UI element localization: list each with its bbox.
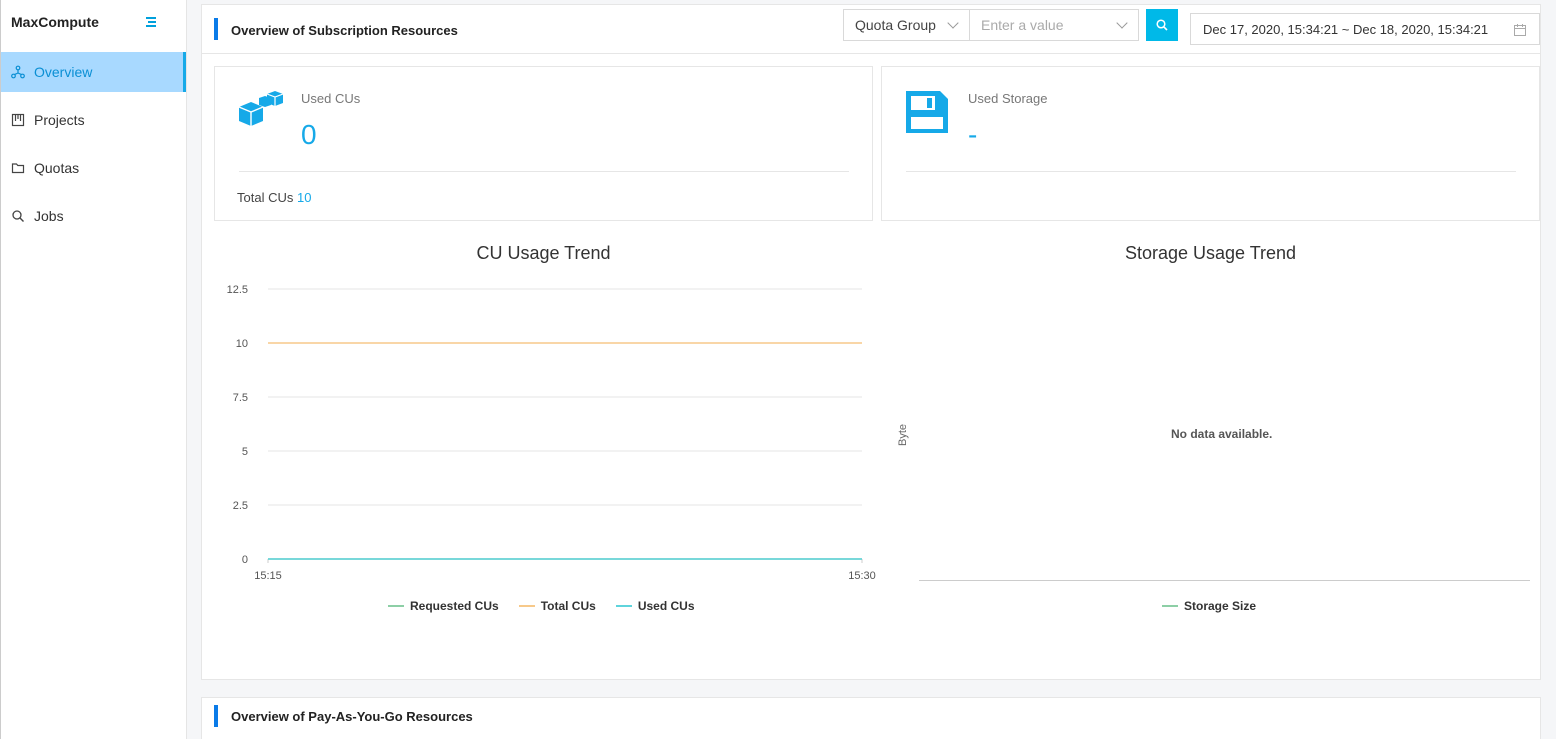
legend-swatch — [615, 605, 632, 607]
floppy-disk-icon — [906, 91, 948, 133]
chevron-down-icon — [1116, 17, 1128, 29]
used-cus-value: 0 — [301, 119, 317, 150]
cu-chart-legend: Requested CUs Total CUs Used CUs — [388, 599, 715, 613]
used-storage-card: Used Storage - — [881, 66, 1540, 221]
title-accent-bar — [214, 18, 218, 40]
y-tick-label: 7.5 — [233, 392, 248, 404]
search-button[interactable] — [1146, 9, 1178, 41]
no-data-message: No data available. — [1171, 427, 1273, 441]
cu-usage-chart: 0 2.5 5 7.5 10 12.5 15:15 15:30 — [227, 284, 876, 582]
legend-total-cus[interactable]: Total CUs — [518, 599, 596, 613]
legend-storage-size[interactable]: Storage Size — [1162, 599, 1256, 613]
search-icon — [11, 209, 25, 223]
legend-used-cus[interactable]: Used CUs — [615, 599, 695, 613]
sidebar-item-label: Jobs — [34, 208, 64, 224]
quota-value-input[interactable]: Enter a value — [970, 10, 1138, 40]
total-cus: Total CUs 10 — [237, 190, 311, 205]
storage-x-axis — [919, 580, 1530, 581]
search-icon — [1156, 19, 1168, 31]
sidebar-item-label: Overview — [34, 64, 93, 80]
y-tick-label: 5 — [242, 446, 248, 458]
brand: MaxCompute — [1, 0, 186, 44]
folder-icon — [11, 161, 25, 175]
legend-requested-cus[interactable]: Requested CUs — [388, 599, 499, 613]
legend-swatch — [388, 605, 404, 607]
menu-collapse-icon[interactable] — [144, 15, 158, 29]
subscription-header: Overview of Subscription Resources Quota… — [202, 5, 1540, 54]
y-tick-label: 2.5 — [233, 500, 248, 512]
sidebar-item-projects[interactable]: Projects — [1, 100, 186, 140]
sidebar-item-label: Projects — [34, 112, 85, 128]
legend-label: Storage Size — [1184, 599, 1257, 613]
used-cus-card: Used CUs 0 Total CUs 10 — [214, 66, 873, 221]
payg-panel: Overview of Pay-As-You-Go Resources — [201, 697, 1541, 739]
sidebar: MaxCompute Overview Projects Quotas Jobs — [0, 0, 187, 739]
subscription-title: Overview of Subscription Resources — [231, 23, 458, 38]
used-cus-label: Used CUs — [301, 91, 361, 106]
y-tick-label: 0 — [242, 554, 248, 566]
sidebar-item-label: Quotas — [34, 160, 80, 176]
quota-value-placeholder: Enter a value — [981, 17, 1064, 33]
storage-chart-title: Storage Usage Trend — [1124, 243, 1297, 263]
used-storage-label: Used Storage — [968, 91, 1048, 106]
title-accent-bar — [214, 705, 218, 727]
cu-chart-title: CU Usage Trend — [476, 243, 611, 263]
used-storage-value: - — [968, 119, 978, 150]
calendar-icon — [1514, 24, 1526, 36]
legend-label: Total CUs — [540, 599, 596, 613]
sidebar-item-jobs[interactable]: Jobs — [1, 196, 186, 236]
main-content: Overview of Subscription Resources Quota… — [187, 0, 1556, 739]
legend-label: Requested CUs — [410, 599, 499, 613]
y-tick-label: 12.5 — [227, 284, 248, 296]
quota-type-select[interactable]: Quota Group — [844, 10, 970, 40]
card-divider — [906, 171, 1516, 172]
subscription-panel: Overview of Subscription Resources Quota… — [201, 4, 1541, 680]
date-range-value: Dec 17, 2020, 15:34:21 ~ Dec 18, 2020, 1… — [1203, 21, 1489, 37]
chevron-down-icon — [947, 17, 959, 29]
storage-ylabel: Byte — [897, 423, 910, 447]
quota-type-value: Quota Group — [855, 17, 936, 33]
total-cus-label: Total CUs — [237, 190, 294, 205]
y-tick-label: 10 — [236, 338, 248, 350]
app-name: MaxCompute — [11, 14, 99, 30]
storage-chart-legend: Storage Size — [1162, 599, 1276, 613]
overview-icon — [11, 65, 25, 79]
legend-label: Used CUs — [637, 599, 695, 613]
sidebar-item-quotas[interactable]: Quotas — [1, 148, 186, 188]
x-tick-label: 15:15 — [254, 570, 282, 582]
sidebar-item-overview[interactable]: Overview — [1, 52, 186, 92]
legend-swatch — [518, 605, 535, 607]
quota-filter: Quota Group Enter a value — [843, 9, 1139, 41]
card-divider — [239, 171, 849, 172]
x-tick-label: 15:30 — [848, 570, 876, 582]
cubes-icon — [238, 91, 283, 126]
total-cus-value: 10 — [296, 190, 312, 205]
payg-title: Overview of Pay-As-You-Go Resources — [231, 709, 473, 724]
legend-swatch — [1162, 605, 1178, 607]
projects-icon — [11, 113, 25, 127]
date-range-picker[interactable]: Dec 17, 2020, 15:34:21 ~ Dec 18, 2020, 1… — [1190, 13, 1540, 45]
